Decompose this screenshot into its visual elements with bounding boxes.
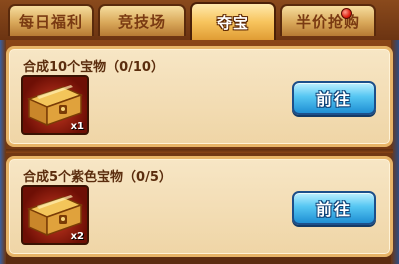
- tab-daily-welfare[interactable]: 每日福利: [8, 4, 94, 36]
- event-screen: 每日福利 竞技场 夺宝 半价抢购 合成10个宝物（0/10） x1 前往 合成5…: [0, 0, 399, 264]
- tab-treasure-hunt[interactable]: 夺宝: [190, 2, 276, 40]
- task-title: 合成10个宝物（0/10）: [23, 60, 164, 75]
- go-button[interactable]: 前往: [292, 81, 376, 115]
- go-button-label: 前往: [315, 200, 352, 219]
- go-button[interactable]: 前往: [292, 191, 376, 225]
- tab-label: 夺宝: [216, 13, 249, 32]
- task-row: 合成5个紫色宝物（0/5） x2 前往: [6, 156, 393, 257]
- tab-half-price-sale[interactable]: 半价抢购: [280, 4, 376, 36]
- tab-label: 竞技场: [117, 12, 166, 31]
- reward-count: x2: [70, 231, 84, 242]
- go-button-label: 前往: [315, 90, 352, 109]
- tab-label: 每日福利: [18, 12, 83, 31]
- tab-arena[interactable]: 竞技场: [98, 4, 186, 36]
- task-title: 合成5个紫色宝物（0/5）: [23, 170, 172, 185]
- notification-dot-icon: [341, 8, 352, 19]
- reward-count: x1: [70, 121, 84, 132]
- tab-bar: 每日福利 竞技场 夺宝 半价抢购: [0, 0, 399, 40]
- divider: [6, 149, 393, 153]
- task-row: 合成10个宝物（0/10） x1 前往: [6, 46, 393, 147]
- reward-item-slot[interactable]: x1: [21, 75, 89, 135]
- reward-item-slot[interactable]: x2: [21, 185, 89, 245]
